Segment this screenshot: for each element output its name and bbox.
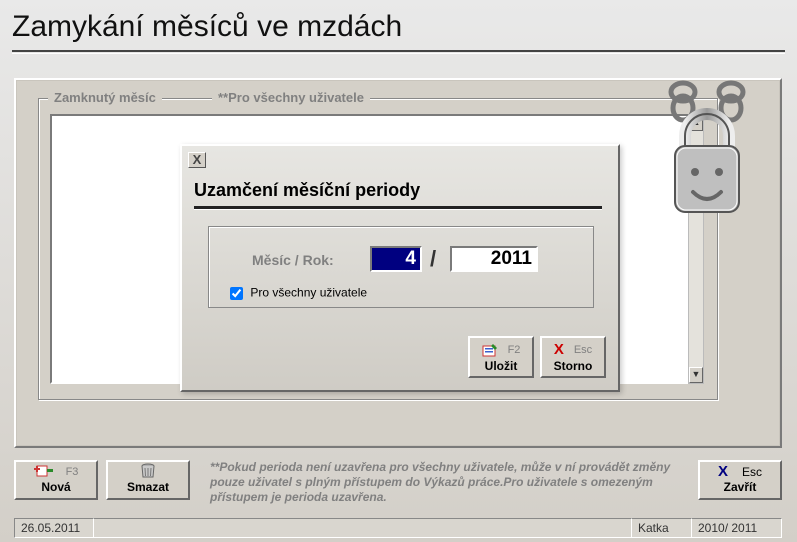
delete-button-label: Smazat: [108, 480, 188, 494]
cancel-hotkey: Esc: [574, 344, 592, 356]
group-caption-all-users: **Pro všechny uživatele: [212, 90, 370, 105]
month-year-slash: /: [430, 246, 436, 272]
dialog-title: Uzamčení měsíční periody: [194, 180, 420, 201]
group-caption-locked-month: Zamknutý měsíc: [48, 90, 162, 105]
close-button[interactable]: X Esc Zavřít: [698, 460, 782, 500]
month-input[interactable]: [370, 246, 422, 272]
save-button-label: Uložit: [478, 359, 524, 373]
lock-period-dialog: X Uzamčení měsíční periody Měsíc / Rok: …: [180, 144, 620, 392]
title-divider: [12, 50, 785, 54]
close-hotkey: Esc: [742, 465, 762, 479]
status-period: 2010/ 2011: [692, 518, 782, 538]
all-users-checkbox[interactable]: [230, 287, 243, 300]
save-hotkey: F2: [508, 344, 521, 356]
close-button-label: Zavřít: [700, 480, 780, 494]
page-title: Zamykání měsíců ve mzdách: [12, 10, 402, 43]
dialog-divider: [194, 206, 602, 210]
dialog-close-button[interactable]: X: [188, 152, 206, 168]
new-button-label: Nová: [16, 480, 96, 494]
padlock-icon: [657, 80, 757, 230]
save-button[interactable]: F2 Uložit: [468, 336, 534, 378]
all-users-checkbox-row[interactable]: Pro všechny uživatele: [226, 284, 367, 303]
cancel-icon: X: [554, 343, 564, 357]
delete-button[interactable]: Smazat: [106, 460, 190, 500]
status-user: Katka: [632, 518, 692, 538]
cancel-button[interactable]: X Esc Storno: [540, 336, 606, 378]
cancel-button-label: Storno: [550, 359, 596, 373]
status-spacer: [94, 518, 632, 538]
new-icon: [34, 464, 54, 481]
status-date: 26.05.2011: [14, 518, 94, 538]
status-bar: 26.05.2011 Katka 2010/ 2011: [14, 518, 782, 538]
close-icon: X: [718, 465, 728, 479]
scroll-down-button[interactable]: ▼: [689, 367, 703, 383]
trash-icon: [139, 463, 157, 482]
footer-hint: **Pokud perioda není uzavřena pro všechn…: [190, 456, 698, 505]
all-users-checkbox-label: Pro všechny uživatele: [250, 286, 367, 300]
new-hotkey: F3: [66, 466, 79, 478]
save-icon: [482, 343, 498, 357]
year-input[interactable]: [450, 246, 538, 272]
new-button[interactable]: F3 Nová: [14, 460, 98, 500]
month-year-label: Měsíc / Rok:: [252, 252, 334, 268]
